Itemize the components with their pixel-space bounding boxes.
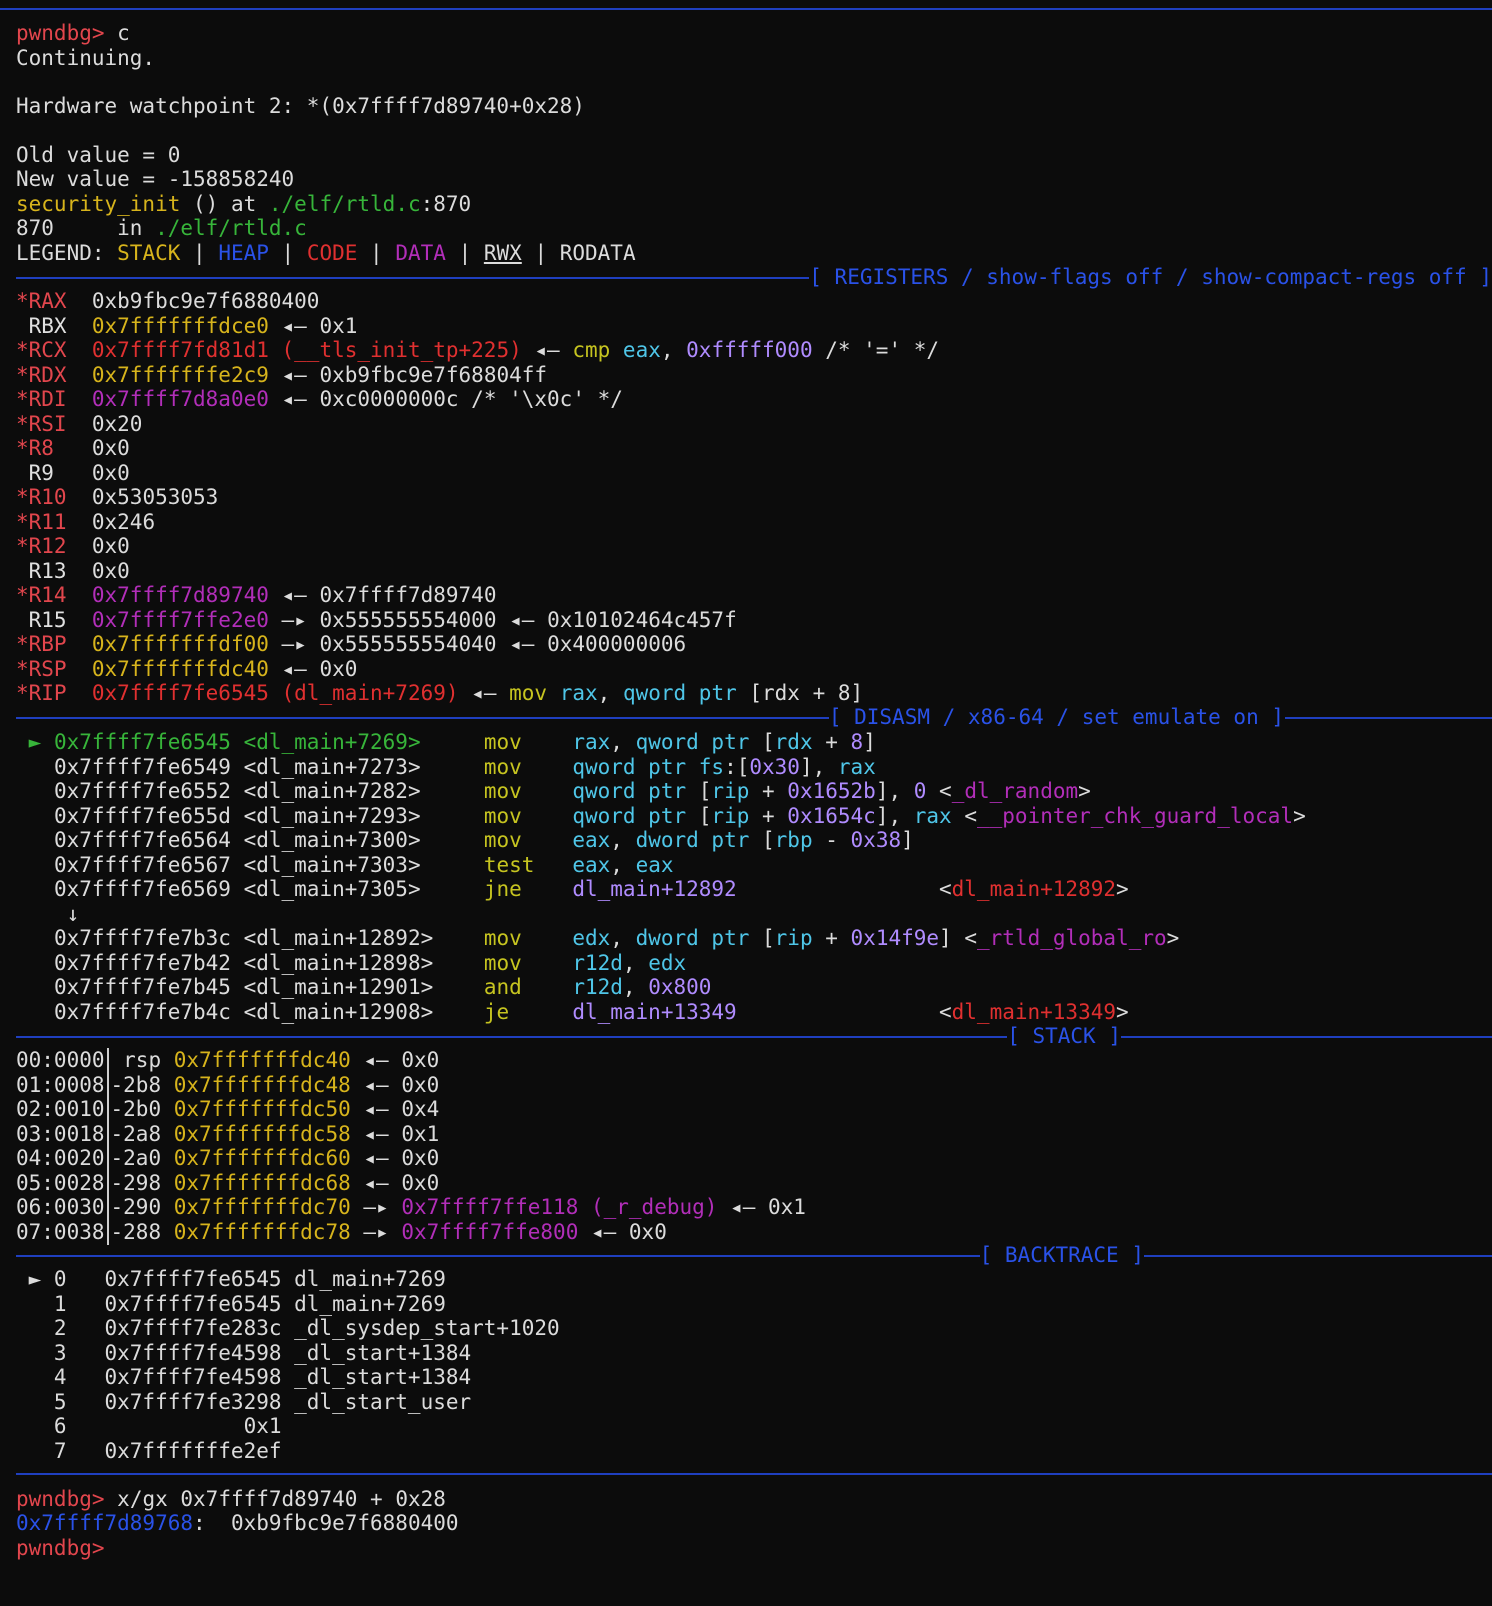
disasm-line: 0x7ffff7fe7b45 <dl_main+12901> and r12d,… [16,975,711,1000]
register-rcx: *RCX 0x7ffff7fd81d1 (__tls_init_tp+225) … [16,338,940,362]
top-border [0,8,1492,10]
instruction-gutter [16,804,54,828]
prompt-line-input[interactable]: pwndbg> [16,1536,105,1561]
stack-row: 03:0018 -2a8 0x7fffffffdc58 ◂— 0x1 [16,1121,440,1147]
register-rax: *RAX 0xb9fbc9e7f6880400 [16,289,320,313]
output-source-line: 870 in ./elf/rtld.c [16,216,307,240]
register-r11: *R11 0x246 [16,510,156,534]
instruction-gutter [16,1000,54,1024]
backtrace-frame: 2 0x7ffff7fe283c _dl_sysdep_start+1020 [16,1316,560,1340]
disasm-line: 0x7ffff7fe6569 <dl_main+7305> jne dl_mai… [16,877,1129,902]
instruction-gutter [16,755,54,779]
stack-header-rule [1121,1036,1492,1038]
output-old-value: Old value = 0 [16,143,181,167]
register-rbp: *RBP 0x7fffffffdf00 —▸ 0x555555554040 ◂—… [16,632,687,656]
output-new-value: New value = -158858240 [16,167,295,191]
disasm-line: 0x7ffff7fe6549 <dl_main+7273> mov qword … [16,755,876,780]
terminal-window[interactable]: pwndbg> c Continuing. Hardware watchpoin… [0,0,1492,1606]
legend: LEGEND: STACK | HEAP | CODE | DATA | RWX… [16,241,636,265]
disasm-line: ► 0x7ffff7fe6545 <dl_main+7269> mov rax,… [16,730,876,754]
stack-row: 04:0020 -2a0 0x7fffffffdc60 ◂— 0x0 [16,1146,440,1171]
register-r13: R13 0x0 [16,559,130,583]
instruction-gutter [16,975,54,999]
backtrace-frame: 4 0x7ffff7fe4598 _dl_start+1384 [16,1365,472,1389]
bottom-rule [16,1473,1492,1475]
disasm-header: [ DISASM / x86-64 / set emulate on ] [16,705,1284,730]
backtrace-frame: 5 0x7ffff7fe3298 _dl_start_user [16,1389,472,1414]
backtrace-frame: 3 0x7ffff7fe4598 _dl_start+1384 [16,1340,472,1365]
stack-row: 02:0010 -2b0 0x7fffffffdc50 ◂— 0x4 [16,1097,440,1122]
instruction-gutter [16,877,54,901]
register-rsi: *RSI 0x20 [16,412,143,436]
disasm-line: 0x7ffff7fe6552 <dl_main+7282> mov qword … [16,779,1091,804]
backtrace-header-rule [1144,1255,1492,1257]
register-r8: *R8 0x0 [16,436,130,460]
disasm-line: 0x7ffff7fe655d <dl_main+7293> mov qword … [16,804,1306,829]
instruction-gutter [16,779,54,803]
stack-row: 05:0028 -298 0x7fffffffdc68 ◂— 0x0 [16,1170,440,1196]
output-examine: 0x7ffff7d89768: 0xb9fbc9e7f6880400 [16,1511,459,1535]
backtrace-header: [ BACKTRACE ] [16,1243,1144,1268]
disasm-line: 0x7ffff7fe7b4c <dl_main+12908> je dl_mai… [16,1000,1129,1025]
prompt-line-continue: pwndbg> c [16,21,130,45]
output-location: security_init () at ./elf/rtld.c:870 [16,192,472,216]
register-r12: *R12 0x0 [16,534,130,558]
instruction-gutter [16,853,54,877]
backtrace-frame: ► 0 0x7ffff7fe6545 dl_main+7269 [16,1267,446,1291]
register-rdi: *RDI 0x7ffff7d8a0e0 ◂— 0xc0000000c /* '\… [16,387,623,411]
instruction-gutter [16,926,54,950]
register-r15: R15 0x7ffff7ffe2e0 —▸ 0x555555554000 ◂— … [16,608,737,632]
backtrace-frame: 6 0x1 [16,1414,282,1438]
prompt-line-examine: pwndbg> x/gx 0x7ffff7d89740 + 0x28 [16,1487,446,1511]
instruction-gutter [16,951,54,975]
output-watchpoint: Hardware watchpoint 2: *(0x7ffff7d89740+… [16,94,585,118]
stack-row: 07:0038 -288 0x7fffffffdc78 —▸ 0x7ffff7ff… [16,1219,667,1245]
register-rdx: *RDX 0x7fffffffe2c9 ◂— 0xb9fbc9e7f68804f… [16,363,548,387]
output-continuing: Continuing. [16,46,156,70]
disasm-line: 0x7ffff7fe6564 <dl_main+7300> mov eax, d… [16,828,914,853]
backtrace-frame: 7 0x7fffffffe2ef [16,1438,282,1463]
disasm-line: 0x7ffff7fe7b3c <dl_main+12892> mov edx, … [16,926,1179,951]
register-rip: *RIP 0x7ffff7fe6545 (dl_main+7269) ◂— mo… [16,681,864,705]
register-rbx: RBX 0x7fffffffdce0 ◂— 0x1 [16,314,358,338]
register-r10: *R10 0x53053053 [16,485,219,509]
disasm-header-rule [1285,717,1492,719]
registers-header: [ REGISTERS / show-flags off / show-comp… [16,265,1492,290]
instruction-gutter [16,828,54,852]
register-rsp: *RSP 0x7fffffffdc40 ◂— 0x0 [16,657,358,681]
current-instruction-marker: ► [16,730,54,754]
disasm-jump-arrow: ↓ [16,901,80,926]
stack-row: 06:0030 -290 0x7fffffffdc70 —▸ 0x7ffff7ff… [16,1195,806,1220]
disasm-line: 0x7ffff7fe7b42 <dl_main+12898> mov r12d,… [16,951,686,976]
disasm-line: 0x7ffff7fe6567 <dl_main+7303> test eax, … [16,853,674,878]
stack-header: [ STACK ] [16,1024,1121,1049]
stack-row: 01:0008 -2b8 0x7fffffffdc48 ◂— 0x0 [16,1072,440,1098]
stack-row: 00:0000 rsp 0x7fffffffdc40 ◂— 0x0 [16,1048,440,1073]
register-r14: *R14 0x7ffff7d89740 ◂— 0x7ffff7d89740 [16,583,497,607]
register-r9: R9 0x0 [16,461,130,485]
backtrace-frame: 1 0x7ffff7fe6545 dl_main+7269 [16,1291,446,1316]
